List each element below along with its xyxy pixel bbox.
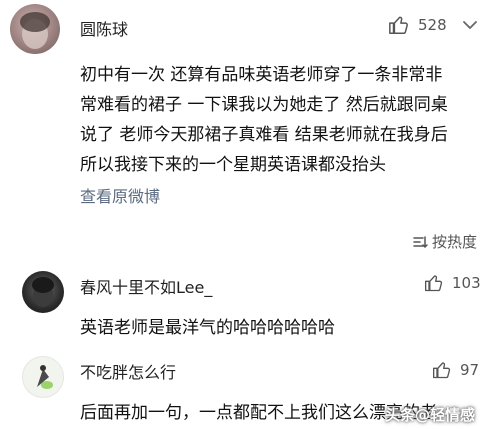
avatar-image [37, 365, 53, 389]
thumbs-up-icon [425, 275, 443, 292]
reply-text: 英语老师是最洋气的哈哈哈哈哈哈 [80, 318, 335, 338]
sort-label: 按热度 [432, 233, 478, 251]
thumbs-up-icon [389, 16, 408, 34]
like-button[interactable]: 97 [432, 360, 479, 380]
comment-line: 说了 老师今天那裙子真难看 结果老师就在我身后 [80, 125, 448, 145]
more-options-icon[interactable] [460, 15, 480, 35]
reply-author[interactable]: 春风十里不如Lee_ [80, 274, 212, 298]
view-original-link[interactable]: 查看原微博 [80, 183, 160, 207]
avatar[interactable] [22, 356, 64, 398]
comment-line: 所以我接下来的一个星期英语课都没抬头 [80, 155, 386, 175]
like-count: 97 [460, 361, 480, 379]
avatar[interactable] [10, 4, 60, 54]
like-button[interactable]: 103 [424, 273, 481, 293]
reply-text: 后面再加一句，一点都配不上我们这么漂亮的老 [80, 403, 437, 423]
avatar-image [32, 277, 54, 307]
reply-author[interactable]: 不吃胖怎么行 [80, 359, 176, 383]
thumbs-up-icon [433, 362, 451, 379]
watermark: 头条@轻情感 [385, 406, 476, 424]
comment-line: 初中有一次 还算有品味英语老师穿了一条非常非 [80, 65, 443, 85]
avatar-image [20, 12, 50, 49]
comment-line: 常难看的裙子 一下课我以为她走了 然后就跟同桌 [80, 95, 448, 115]
comment-author[interactable]: 圆陈球 [80, 16, 128, 40]
like-button[interactable]: 528 [388, 14, 447, 36]
sort-icon [413, 235, 428, 248]
like-count: 103 [452, 274, 481, 292]
avatar[interactable] [22, 271, 64, 313]
comment-text: 初中有一次 还算有品味英语老师穿了一条非常非 常难看的裙子 一下课我以为她走了 … [80, 60, 448, 180]
like-count: 528 [418, 16, 447, 34]
sort-by-hot-button[interactable]: 按热度 [412, 231, 477, 252]
